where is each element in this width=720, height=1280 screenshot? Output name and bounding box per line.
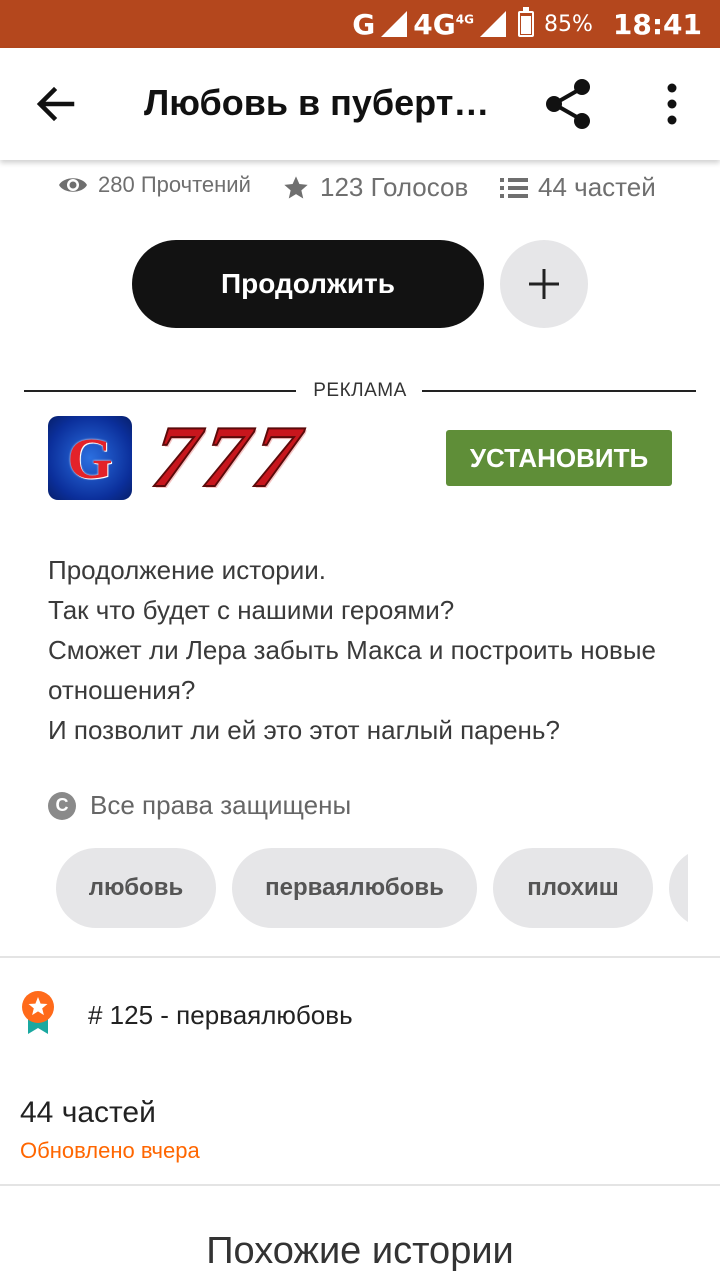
- ad-seven: 7: [196, 408, 256, 507]
- install-button[interactable]: УСТАНОВИТЬ: [446, 430, 672, 486]
- story-title: Любовь в пуберт…: [144, 82, 490, 123]
- tag-chip[interactable]: любовь: [56, 848, 216, 928]
- add-to-library-button[interactable]: [500, 240, 588, 328]
- section-divider: [0, 1184, 720, 1186]
- arrow-left-icon: [36, 86, 75, 122]
- tags-row[interactable]: любовь перваялюбовь плохиш: [56, 848, 688, 928]
- similar-stories-heading: Похожие истории: [206, 1230, 514, 1272]
- copyright-notice: C Все права защищены: [48, 790, 351, 821]
- copyright-text: Все права защищены: [90, 790, 352, 820]
- ad-seven: 7: [246, 408, 306, 507]
- share-icon: [546, 79, 590, 129]
- signal-icon: [381, 11, 408, 37]
- plus-icon: [529, 269, 559, 299]
- ad-seven: 7: [146, 408, 206, 507]
- back-button[interactable]: [30, 78, 82, 130]
- network-type: G: [352, 7, 376, 41]
- clock: 18:41: [612, 7, 702, 41]
- votes-count: 123 Голосов: [320, 172, 469, 202]
- story-stats: 280 Прочтений 123 Голосов 44 частей: [0, 172, 720, 212]
- tag-chip[interactable]: перваялюбовь: [232, 848, 477, 928]
- parts-count: 44 частей: [538, 172, 656, 202]
- ad-divider-right: [422, 390, 696, 392]
- description-line: Продолжение истории.: [48, 555, 327, 585]
- battery-icon: [517, 7, 534, 37]
- network-4g: 4G4G: [413, 7, 474, 41]
- star-icon: [284, 175, 308, 198]
- more-vertical-icon: [667, 83, 677, 125]
- reads-stat: 280 Прочтений: [58, 172, 251, 198]
- parts-stat: 44 частей: [500, 172, 656, 203]
- section-divider: [0, 956, 720, 958]
- eye-icon: [59, 178, 87, 192]
- signal-4g-icon: [479, 11, 506, 37]
- more-options-button[interactable]: [652, 78, 692, 130]
- ranking-row[interactable]: # 125 - перваялюбовь: [20, 990, 700, 1050]
- battery-percent: 85%: [543, 11, 593, 37]
- ad-app-icon-letter: G: [67, 425, 113, 491]
- ad-banner-image[interactable]: 7 7 7: [146, 408, 424, 507]
- reads-count: 280 Прочтений: [98, 172, 251, 197]
- description-line: И позволит ли ей это этот наглый парень?: [48, 715, 560, 745]
- tag-chip[interactable]: плохиш: [493, 848, 653, 928]
- tag-chip[interactable]: [669, 848, 688, 928]
- votes-stat: 123 Голосов: [282, 172, 468, 203]
- ranking-text: # 125 - перваялюбовь: [88, 1000, 353, 1030]
- story-description: Продолжение истории. Так что будет с наш…: [48, 550, 688, 750]
- ranking-badge-icon: [22, 991, 54, 1034]
- ad-app-icon[interactable]: G: [48, 416, 132, 500]
- ad-separator: РЕКЛАМА: [24, 378, 696, 404]
- copyright-icon: C: [48, 791, 76, 820]
- table-of-contents-title[interactable]: 44 частей: [20, 1096, 156, 1130]
- share-button[interactable]: [540, 76, 596, 132]
- app-bar: Любовь в пуберт…: [0, 48, 720, 160]
- continue-reading-button[interactable]: Продолжить: [132, 240, 484, 328]
- list-icon: [500, 177, 528, 198]
- updated-status: Обновлено вчера: [20, 1138, 200, 1163]
- description-line: Так что будет с нашими героями?: [48, 595, 455, 625]
- status-bar: G 4G4G 85% 18:41: [0, 0, 720, 48]
- description-line: Сможет ли Лера забыть Макса и построить …: [48, 635, 657, 705]
